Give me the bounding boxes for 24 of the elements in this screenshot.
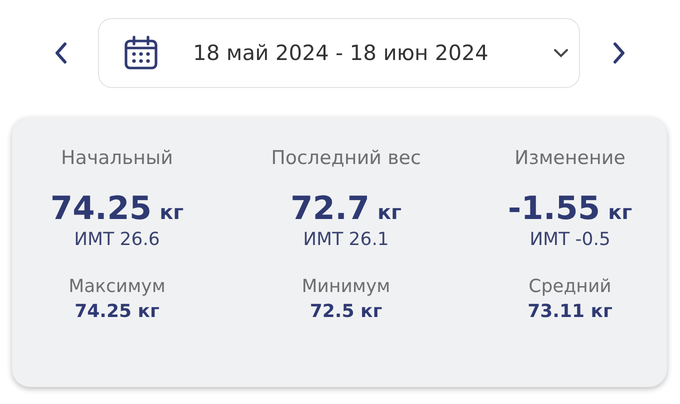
weight-unit: кг [160, 200, 184, 224]
chevron-left-icon [54, 42, 68, 64]
stat-label: Максимум [68, 276, 166, 297]
date-range-label: 18 май 2024 - 18 июн 2024 [193, 41, 490, 65]
stat-label: Средний [528, 276, 612, 297]
stat-value: 73.11 кг [528, 301, 612, 322]
weight-value: 74.25 [50, 189, 152, 227]
stat-label: Минимум [302, 276, 390, 297]
bmi-value: ИМТ 26.1 [303, 229, 389, 250]
weight-unit: кг [377, 200, 402, 224]
bmi-value: ИМТ 26.6 [74, 229, 160, 250]
stat-label: Последний вес [271, 147, 421, 169]
bmi-value: ИМТ -0.5 [530, 229, 610, 250]
stat-value: 72.5 кг [310, 301, 382, 322]
dropdown-caret-icon [553, 48, 569, 58]
stat-value: 74.25 кг [74, 301, 160, 322]
weight-value: 72.7 [290, 189, 370, 227]
stat-label: Изменение [514, 147, 626, 169]
weight-unit: кг [608, 200, 632, 224]
stat-label: Начальный [61, 147, 173, 169]
date-range-selector[interactable]: 18 май 2024 - 18 июн 2024 [98, 18, 580, 88]
calendar-icon [123, 35, 159, 71]
weight-value: -1.55 [508, 189, 600, 227]
chevron-right-icon [612, 42, 626, 64]
